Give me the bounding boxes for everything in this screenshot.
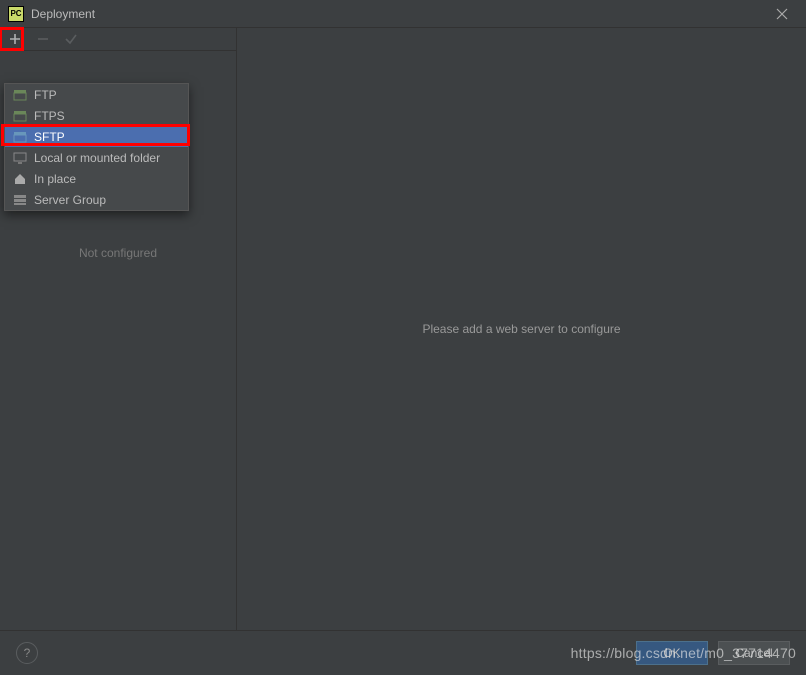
close-button[interactable]	[766, 2, 798, 26]
add-button[interactable]	[6, 30, 24, 48]
content-area: FTP FTPS SFTP Local or mounted folder In…	[0, 28, 806, 630]
dropdown-item-label: Server Group	[34, 193, 106, 207]
sidebar: FTP FTPS SFTP Local or mounted folder In…	[0, 28, 237, 630]
dropdown-item-label: Local or mounted folder	[34, 151, 160, 165]
help-button[interactable]: ?	[16, 642, 38, 664]
monitor-icon	[13, 151, 27, 164]
footer-buttons: OK Cancel	[636, 641, 790, 665]
remove-button[interactable]	[34, 30, 52, 48]
plus-icon	[8, 32, 22, 46]
app-icon: PC	[8, 6, 24, 22]
dropdown-item-label: In place	[34, 172, 76, 186]
server-type-dropdown: FTP FTPS SFTP Local or mounted folder In…	[4, 83, 189, 211]
home-icon	[13, 172, 27, 185]
dropdown-item-sftp[interactable]: SFTP	[5, 126, 188, 147]
sftp-icon	[13, 130, 27, 143]
dropdown-item-label: FTP	[34, 88, 57, 102]
footer: ? OK Cancel	[0, 630, 806, 675]
not-configured-label: Not configured	[0, 246, 236, 260]
titlebar: PC Deployment	[0, 0, 806, 28]
window-title: Deployment	[31, 7, 95, 21]
ftps-icon	[13, 109, 27, 122]
ok-button[interactable]: OK	[636, 641, 708, 665]
dropdown-item-local[interactable]: Local or mounted folder	[5, 147, 188, 168]
minus-icon	[36, 32, 50, 46]
dropdown-item-inplace[interactable]: In place	[5, 168, 188, 189]
main-panel: Please add a web server to configure	[237, 28, 806, 630]
cancel-button[interactable]: Cancel	[718, 641, 790, 665]
dropdown-item-label: SFTP	[34, 130, 65, 144]
titlebar-left: PC Deployment	[8, 6, 95, 22]
check-icon	[64, 32, 78, 46]
sidebar-toolbar	[0, 28, 236, 51]
dropdown-item-ftps[interactable]: FTPS	[5, 105, 188, 126]
close-icon	[776, 8, 788, 20]
server-group-icon	[13, 193, 27, 206]
empty-state-message: Please add a web server to configure	[422, 322, 620, 336]
apply-button[interactable]	[62, 30, 80, 48]
ftp-icon	[13, 88, 27, 101]
dropdown-item-servergroup[interactable]: Server Group	[5, 189, 188, 210]
dropdown-item-label: FTPS	[34, 109, 65, 123]
dropdown-item-ftp[interactable]: FTP	[5, 84, 188, 105]
